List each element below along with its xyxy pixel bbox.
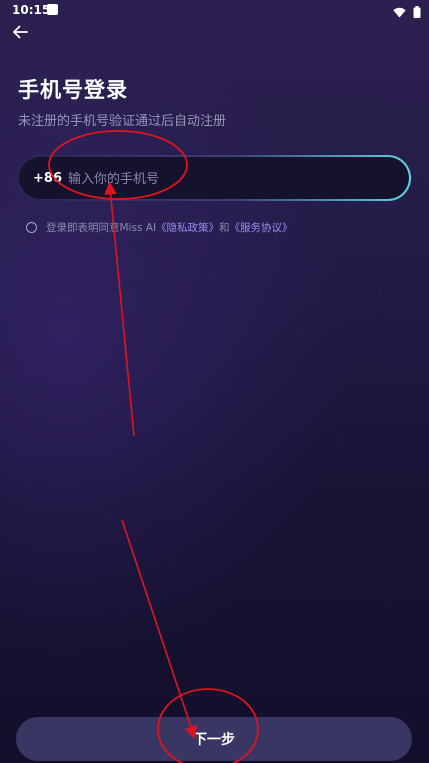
service-agreement-link[interactable]: 《服务协议》 bbox=[230, 222, 293, 234]
page-subtitle: 未注册的手机号验证通过后自动注册 bbox=[18, 114, 227, 129]
status-time: 10:15 bbox=[12, 3, 51, 17]
country-code[interactable]: +86 bbox=[33, 171, 62, 186]
agreement-checkbox[interactable] bbox=[26, 222, 37, 233]
privacy-policy-link[interactable]: 《隐私政策》 bbox=[156, 222, 219, 234]
page-title: 手机号登录 bbox=[18, 78, 128, 102]
agreement-prefix: 登录即表明同意Miss AI bbox=[46, 222, 157, 234]
arrow-left-icon bbox=[13, 25, 28, 39]
agreement-conjunction: 和 bbox=[219, 222, 230, 234]
wifi-icon bbox=[393, 3, 406, 22]
app-notification-icon bbox=[47, 4, 58, 15]
back-button[interactable] bbox=[10, 22, 30, 42]
annotation-arrow-down bbox=[121, 519, 198, 740]
phone-input[interactable] bbox=[66, 166, 400, 192]
next-button[interactable]: 下一步 bbox=[16, 717, 412, 761]
agreement-text: 登录即表明同意Miss AI《隐私政策》和《服务协议》 bbox=[46, 220, 293, 235]
status-bar: 10:15 bbox=[0, 0, 429, 22]
next-button-label: 下一步 bbox=[193, 732, 235, 748]
battery-icon bbox=[413, 3, 421, 22]
